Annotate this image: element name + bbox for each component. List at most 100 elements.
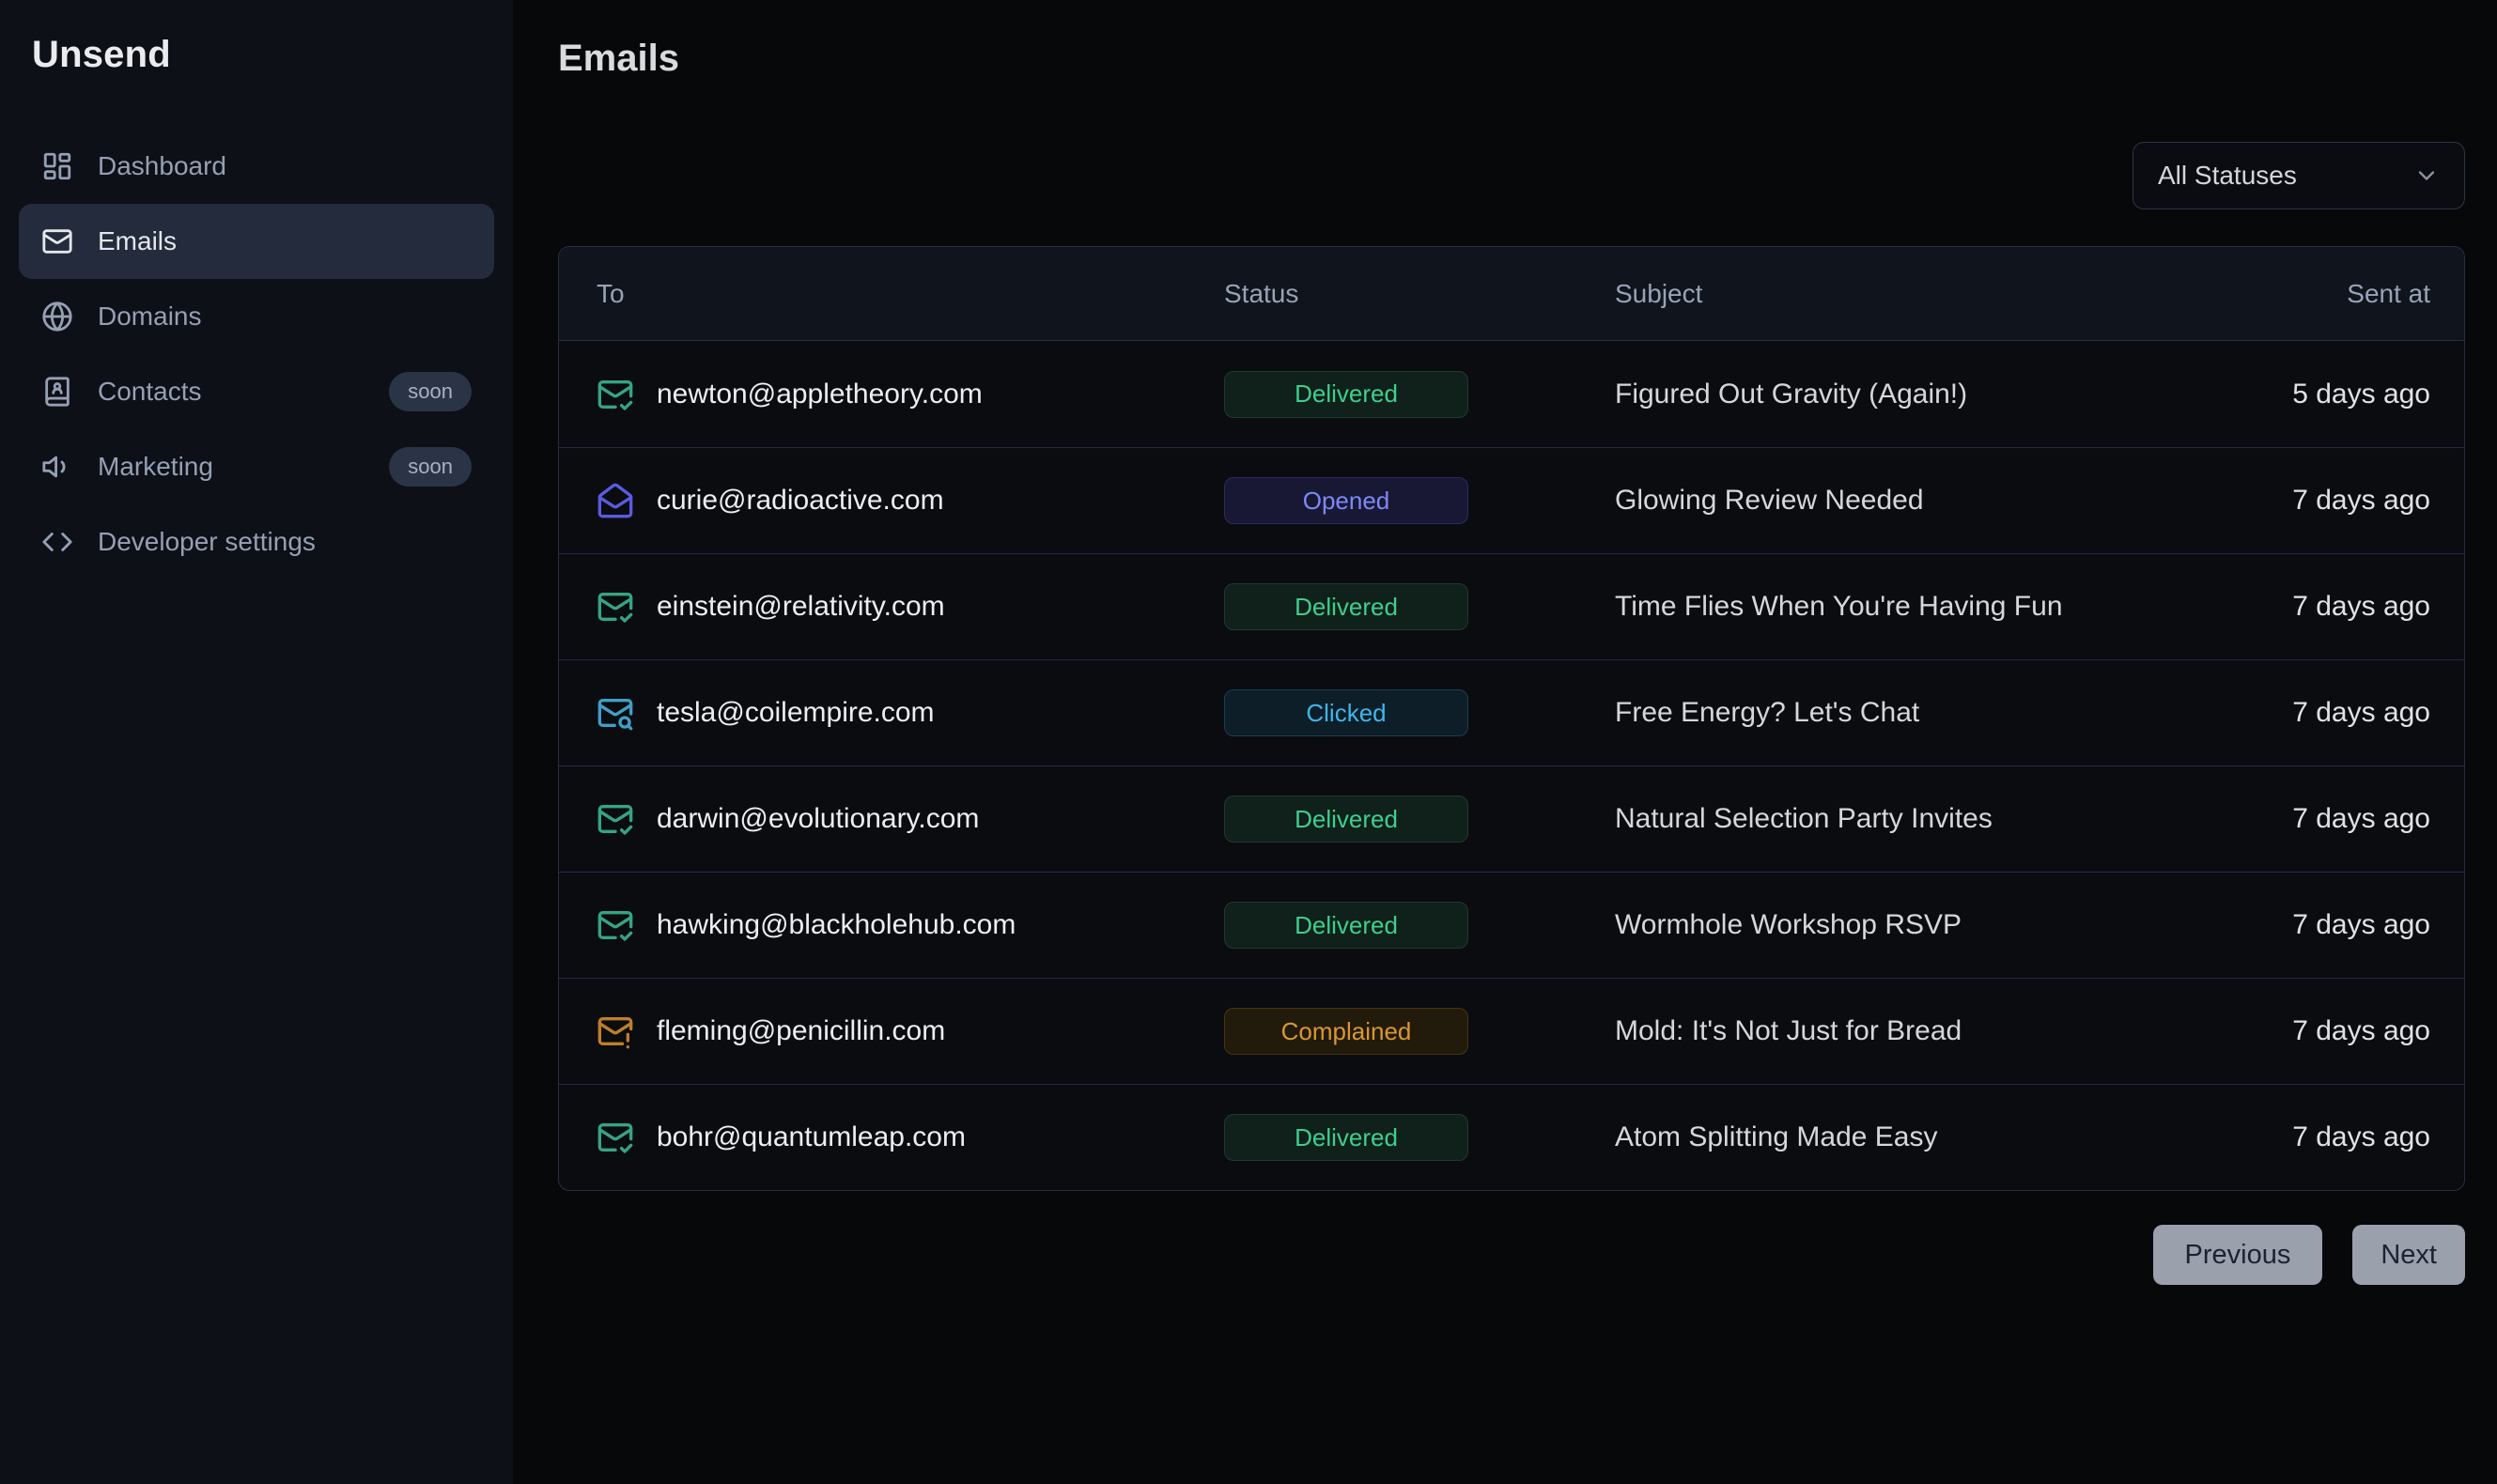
main-content: Emails All Statuses To Status Subject Se… (513, 0, 2497, 1484)
sent-at-cell: 7 days ago (2182, 1121, 2464, 1153)
column-header-subject: Subject (1615, 279, 2182, 309)
sidebar-item-dashboard[interactable]: Dashboard (19, 129, 494, 204)
table-row[interactable]: tesla@coilempire.com Clicked Free Energy… (559, 659, 2464, 765)
to-cell: fleming@penicillin.com (559, 1013, 1218, 1050)
mail-check-icon (597, 906, 634, 944)
subject-cell: Atom Splitting Made Easy (1615, 1121, 2182, 1153)
status-badge: Delivered (1224, 583, 1468, 630)
sent-at-cell: 7 days ago (2182, 1015, 2464, 1047)
sent-at-cell: 7 days ago (2182, 697, 2464, 729)
status-cell: Delivered (1218, 796, 1615, 842)
table-row[interactable]: darwin@evolutionary.com Delivered Natura… (559, 765, 2464, 872)
subject-cell: Mold: It's Not Just for Bread (1615, 1015, 2182, 1047)
code-icon (41, 526, 73, 558)
mail-check-icon (597, 588, 634, 626)
status-filter-value: All Statuses (2158, 161, 2297, 191)
to-cell: einstein@relativity.com (559, 588, 1218, 626)
to-cell: hawking@blackholehub.com (559, 906, 1218, 944)
recipient-email: curie@radioactive.com (657, 485, 944, 517)
to-cell: newton@appletheory.com (559, 376, 1218, 413)
sent-at-cell: 5 days ago (2182, 379, 2464, 410)
to-cell: tesla@coilempire.com (559, 694, 1218, 732)
status-badge: Delivered (1224, 1114, 1468, 1161)
status-filter-dropdown[interactable]: All Statuses (2133, 142, 2465, 209)
table-row[interactable]: bohr@quantumleap.com Delivered Atom Spli… (559, 1084, 2464, 1190)
sent-at-cell: 7 days ago (2182, 591, 2464, 623)
sent-at-cell: 7 days ago (2182, 485, 2464, 517)
previous-button[interactable]: Previous (2153, 1225, 2323, 1285)
column-header-sent-at: Sent at (2182, 279, 2464, 309)
status-cell: Delivered (1218, 583, 1615, 630)
subject-cell: Natural Selection Party Invites (1615, 803, 2182, 835)
soon-badge: soon (389, 372, 472, 411)
email-subject: Mold: It's Not Just for Bread (1615, 1015, 1962, 1046)
chevron-down-icon (2413, 162, 2440, 189)
sent-at-cell: 7 days ago (2182, 803, 2464, 835)
table-body: newton@appletheory.com Delivered Figured… (559, 341, 2464, 1190)
sidebar-item-developer-settings[interactable]: Developer settings (19, 504, 494, 580)
status-badge: Clicked (1224, 689, 1468, 736)
sidebar-item-emails[interactable]: Emails (19, 204, 494, 279)
sidebar-item-marketing[interactable]: Marketing soon (19, 429, 494, 504)
table-row[interactable]: curie@radioactive.com Opened Glowing Rev… (559, 447, 2464, 553)
mail-open-icon (597, 482, 634, 519)
status-cell: Opened (1218, 477, 1615, 524)
next-button[interactable]: Next (2352, 1225, 2465, 1285)
recipient-email: hawking@blackholehub.com (657, 909, 1016, 941)
to-cell: curie@radioactive.com (559, 482, 1218, 519)
status-cell: Delivered (1218, 371, 1615, 418)
mail-warning-icon (597, 1013, 634, 1050)
column-header-to: To (559, 279, 1218, 309)
recipient-email: einstein@relativity.com (657, 591, 945, 623)
email-subject: Atom Splitting Made Easy (1615, 1121, 1938, 1152)
app-title: Unsend (0, 34, 513, 76)
to-cell: bohr@quantumleap.com (559, 1119, 1218, 1156)
recipient-email: darwin@evolutionary.com (657, 803, 979, 835)
contacts-book-icon (41, 376, 73, 408)
status-badge: Delivered (1224, 371, 1468, 418)
sidebar-nav: Dashboard Emails Domains Contacts soon M… (0, 129, 513, 580)
column-header-status: Status (1218, 279, 1615, 309)
email-subject: Free Energy? Let's Chat (1615, 697, 1919, 728)
status-cell: Delivered (1218, 902, 1615, 949)
mail-icon (41, 225, 73, 257)
table-row[interactable]: hawking@blackholehub.com Delivered Wormh… (559, 872, 2464, 978)
status-badge: Delivered (1224, 796, 1468, 842)
filter-row: All Statuses (558, 142, 2465, 209)
page-title: Emails (558, 38, 2465, 80)
mail-check-icon (597, 376, 634, 413)
table-row[interactable]: fleming@penicillin.com Complained Mold: … (559, 978, 2464, 1084)
email-subject: Wormhole Workshop RSVP (1615, 909, 1962, 940)
pagination: Previous Next (558, 1225, 2465, 1285)
status-badge: Complained (1224, 1008, 1468, 1055)
subject-cell: Figured Out Gravity (Again!) (1615, 379, 2182, 410)
megaphone-icon (41, 451, 73, 483)
sent-at-cell: 7 days ago (2182, 909, 2464, 941)
recipient-email: newton@appletheory.com (657, 379, 983, 410)
status-cell: Complained (1218, 1008, 1615, 1055)
subject-cell: Free Energy? Let's Chat (1615, 697, 2182, 729)
recipient-email: fleming@penicillin.com (657, 1015, 945, 1047)
subject-cell: Time Flies When You're Having Fun (1615, 591, 2182, 623)
sidebar-item-contacts[interactable]: Contacts soon (19, 354, 494, 429)
subject-cell: Glowing Review Needed (1615, 485, 2182, 517)
to-cell: darwin@evolutionary.com (559, 800, 1218, 838)
mail-search-icon (597, 694, 634, 732)
table-row[interactable]: einstein@relativity.com Delivered Time F… (559, 553, 2464, 659)
email-subject: Time Flies When You're Having Fun (1615, 591, 2063, 622)
email-subject: Figured Out Gravity (Again!) (1615, 379, 1967, 410)
dashboard-icon (41, 150, 73, 182)
recipient-email: tesla@coilempire.com (657, 697, 935, 729)
email-subject: Natural Selection Party Invites (1615, 803, 1993, 834)
mail-check-icon (597, 800, 634, 838)
table-row[interactable]: newton@appletheory.com Delivered Figured… (559, 341, 2464, 447)
recipient-email: bohr@quantumleap.com (657, 1121, 966, 1153)
status-cell: Delivered (1218, 1114, 1615, 1161)
email-subject: Glowing Review Needed (1615, 485, 1924, 516)
sidebar-item-domains[interactable]: Domains (19, 279, 494, 354)
table-header: To Status Subject Sent at (559, 247, 2464, 341)
globe-icon (41, 301, 73, 332)
sidebar: Unsend Dashboard Emails Domains Contacts… (0, 0, 513, 1484)
emails-table: To Status Subject Sent at newton@appleth… (558, 246, 2465, 1191)
soon-badge: soon (389, 447, 472, 487)
